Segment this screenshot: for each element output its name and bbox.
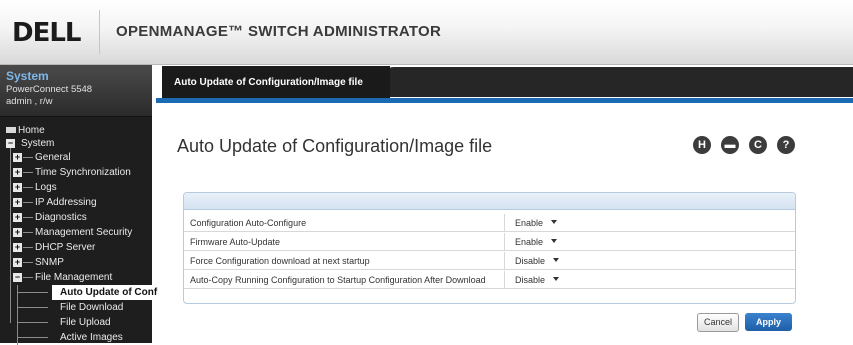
nav-sub-item[interactable]: Auto Update of Conf — [18, 285, 157, 300]
banner-divider — [99, 10, 100, 54]
chevron-down-icon — [553, 258, 559, 262]
expand-icon[interactable]: + — [13, 168, 22, 177]
tree-line — [17, 285, 18, 345]
collapse-icon[interactable]: − — [6, 139, 15, 148]
tab-label: Auto Update of Configuration/Image file — [174, 77, 363, 88]
nav-item-label: Diagnostics — [35, 212, 87, 223]
setting-value: Disable — [515, 256, 546, 266]
tab-bar-background — [380, 67, 853, 97]
chevron-down-icon — [553, 277, 559, 281]
chevron-down-icon — [551, 220, 557, 224]
setting-label: Configuration Auto-Configure — [190, 218, 307, 228]
device-name: PowerConnect 5548 — [6, 84, 93, 95]
setting-label: Firmware Auto-Update — [190, 237, 281, 247]
chevron-down-icon — [551, 239, 557, 243]
nav-item[interactable]: + Time Synchronization — [0, 165, 152, 180]
nav-item[interactable]: + IP Addressing — [0, 195, 152, 210]
nav-sub-item[interactable]: File Upload — [18, 315, 152, 330]
system-title[interactable]: System — [6, 69, 49, 83]
nav-system[interactable]: − System — [0, 136, 152, 151]
tree-line — [23, 232, 33, 233]
setting-select[interactable]: Enable — [509, 214, 569, 231]
tree-line — [23, 172, 33, 173]
setting-label: Force Configuration download at next sta… — [190, 256, 370, 266]
dell-logo: DELL — [12, 18, 81, 48]
print-icon[interactable]: ▬ — [721, 136, 739, 154]
expand-icon[interactable]: + — [13, 243, 22, 252]
nav-item-label: Logs — [35, 182, 57, 193]
nav-item-label: IP Addressing — [35, 197, 97, 208]
column-divider — [504, 214, 505, 231]
system-info: System PowerConnect 5548 admin , r/w — [0, 65, 152, 117]
tab-underline — [156, 98, 853, 103]
save-icon[interactable]: H — [693, 136, 711, 154]
nav-item-label: File Management — [35, 272, 113, 283]
tree-line — [23, 187, 33, 188]
tree-line — [23, 262, 33, 263]
nav-item[interactable]: + SNMP — [0, 255, 152, 270]
tree-line — [23, 202, 33, 203]
tab-auto-update[interactable]: Auto Update of Configuration/Image file — [162, 66, 390, 102]
tree-line — [23, 157, 33, 158]
nav-item-label: Time Synchronization — [35, 167, 131, 178]
app-title: OPENMANAGE™ SWITCH ADMINISTRATOR — [116, 23, 442, 40]
setting-select[interactable]: Enable — [509, 233, 569, 250]
refresh-icon[interactable]: C — [749, 136, 767, 154]
setting-value: Disable — [515, 275, 546, 285]
tree-line — [18, 307, 48, 308]
nav-item[interactable]: + Logs — [0, 180, 152, 195]
nav-item[interactable]: + Diagnostics — [0, 210, 152, 225]
cancel-button[interactable]: Cancel — [697, 313, 739, 332]
nav-sub-item-label: File Download — [60, 302, 124, 313]
collapse-icon[interactable]: − — [13, 273, 22, 282]
setting-row: Configuration Auto-Configure Enable — [184, 214, 795, 232]
home-icon — [6, 127, 16, 133]
nav-sub-item-label: File Upload — [60, 317, 111, 328]
nav-item[interactable]: + General — [0, 150, 152, 165]
apply-button[interactable]: Apply — [745, 313, 792, 331]
setting-value: Enable — [515, 237, 544, 247]
tree-line — [18, 337, 48, 338]
column-divider — [504, 252, 505, 269]
expand-icon[interactable]: + — [13, 213, 22, 222]
setting-row: Firmware Auto-Update Enable — [184, 233, 795, 251]
setting-row: Force Configuration download at next sta… — [184, 252, 795, 270]
column-divider — [504, 233, 505, 250]
page-title: Auto Update of Configuration/Image file — [177, 136, 493, 156]
tree-line — [23, 277, 33, 278]
setting-select[interactable]: Disable — [509, 252, 569, 269]
tab-bar: Auto Update of Configuration/Image file — [156, 65, 853, 102]
nav-item[interactable]: + Management Security — [0, 225, 152, 240]
expand-icon[interactable]: + — [13, 153, 22, 162]
tree-line — [23, 217, 33, 218]
help-icon[interactable]: ? — [777, 136, 795, 154]
nav-item-label: Management Security — [35, 227, 133, 238]
expand-icon[interactable]: + — [13, 183, 22, 192]
setting-select[interactable]: Disable — [509, 271, 569, 288]
nav-item-label: SNMP — [35, 257, 64, 268]
sidebar: System PowerConnect 5548 admin , r/w Hom… — [0, 65, 157, 345]
tree-line — [18, 322, 48, 323]
nav-item-label: General — [35, 152, 71, 163]
setting-label: Auto-Copy Running Configuration to Start… — [190, 275, 486, 285]
expand-icon[interactable]: + — [13, 198, 22, 207]
expand-icon[interactable]: + — [13, 228, 22, 237]
nav-sub-item-label: Auto Update of Conf — [60, 287, 158, 298]
setting-value: Enable — [515, 218, 544, 228]
panel-header — [184, 193, 795, 210]
expand-icon[interactable]: + — [13, 258, 22, 267]
column-divider — [504, 271, 505, 288]
settings-panel: Configuration Auto-Configure Enable Firmwa… — [183, 192, 796, 304]
nav-system-label: System — [21, 138, 55, 149]
nav-item[interactable]: − File Management — [0, 270, 152, 285]
tree-line — [23, 247, 33, 248]
user-info: admin , r/w — [6, 96, 53, 107]
nav-sub-item[interactable]: File Download — [18, 300, 152, 315]
tree-line — [18, 292, 48, 293]
setting-row: Auto-Copy Running Configuration to Start… — [184, 271, 795, 289]
top-banner: DELL OPENMANAGE™ SWITCH ADMINISTRATOR — [0, 0, 853, 65]
nav-item[interactable]: + DHCP Server — [0, 240, 152, 255]
nav-item-label: DHCP Server — [35, 242, 96, 253]
